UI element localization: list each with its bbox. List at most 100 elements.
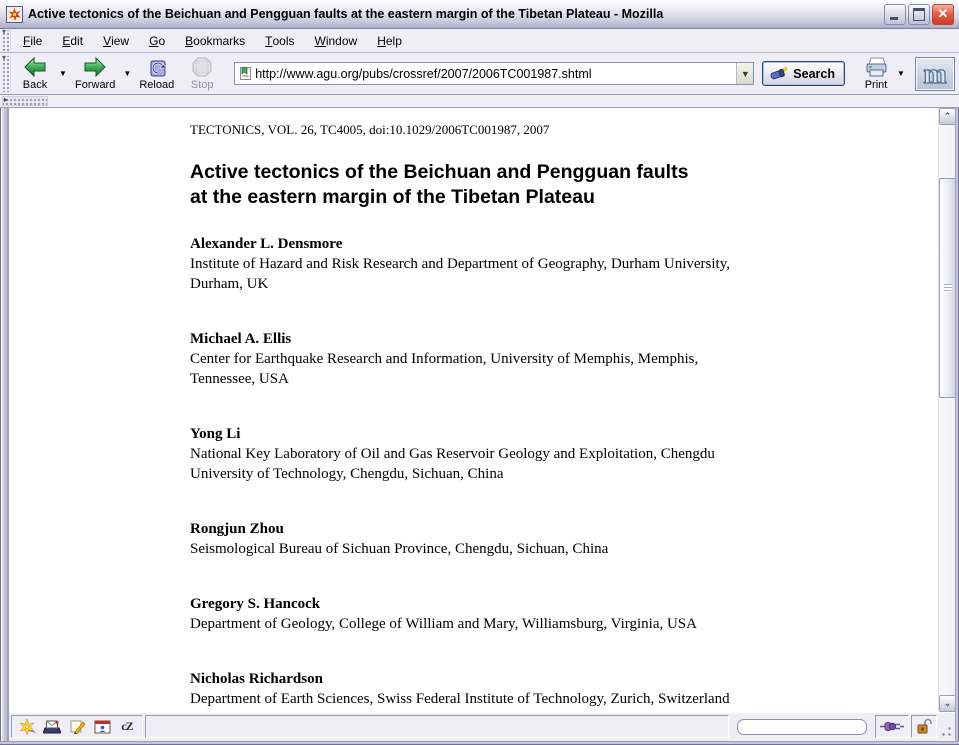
menu-window-rest: indow bbox=[326, 34, 357, 48]
menu-view-rest: iew bbox=[111, 34, 129, 48]
menu-file-rest: ile bbox=[30, 34, 42, 48]
author-name: Alexander L. Densmore bbox=[190, 234, 915, 254]
printer-icon bbox=[863, 57, 889, 78]
author-block: Michael A. Ellis Center for Earthquake R… bbox=[190, 329, 915, 389]
window-border-right bbox=[955, 108, 959, 741]
mozilla-app-icon bbox=[6, 6, 23, 23]
navigator-icon[interactable] bbox=[18, 719, 36, 735]
mail-icon[interactable] bbox=[43, 719, 61, 735]
composer-icon[interactable] bbox=[68, 719, 86, 735]
author-affiliation: National Key Laboratory of Oil and Gas R… bbox=[190, 444, 915, 484]
scrollbar-thumb[interactable] bbox=[939, 178, 955, 398]
url-dropdown[interactable]: ▼ bbox=[736, 63, 753, 84]
author-name: Nicholas Richardson bbox=[190, 669, 915, 689]
menu-go-rest: o bbox=[158, 34, 165, 48]
author-name: Gregory S. Hancock bbox=[190, 594, 915, 614]
frame-body: TECTONICS, VOL. 26, TC4005, doi:10.1029/… bbox=[0, 108, 959, 741]
window-border-left bbox=[0, 108, 9, 741]
print-button[interactable]: Print bbox=[857, 54, 895, 94]
author-name: Yong Li bbox=[190, 424, 915, 444]
stop-button[interactable]: Stop bbox=[180, 54, 224, 94]
progress-area bbox=[731, 715, 873, 738]
unlock-icon bbox=[916, 719, 932, 734]
author-affiliation: Center for Earthquake Research and Infor… bbox=[190, 349, 915, 389]
stop-icon bbox=[191, 56, 213, 78]
print-label: Print bbox=[865, 79, 888, 91]
component-bar: cZ bbox=[11, 715, 143, 738]
menu-bar: File Edit View Go Bookmarks Tools Window… bbox=[0, 29, 959, 53]
online-status-panel[interactable] bbox=[875, 715, 909, 738]
search-label: Search bbox=[793, 67, 835, 81]
article-title: Active tectonics of the Beichuan and Pen… bbox=[190, 160, 915, 210]
sidebar-strip bbox=[0, 95, 959, 108]
author-name: Michael A. Ellis bbox=[190, 329, 915, 349]
maximize-button[interactable] bbox=[908, 4, 930, 25]
reload-icon bbox=[145, 56, 169, 78]
status-bar: cZ bbox=[9, 712, 955, 741]
menu-view-key: V bbox=[103, 34, 111, 48]
menu-bookmarks-key: B bbox=[185, 34, 193, 48]
menu-help[interactable]: Help bbox=[367, 29, 412, 52]
author-block: Yong Li National Key Laboratory of Oil a… bbox=[190, 424, 915, 484]
menu-edit[interactable]: Edit bbox=[52, 29, 93, 52]
flashlight-icon bbox=[769, 66, 789, 81]
article: TECTONICS, VOL. 26, TC4005, doi:10.1029/… bbox=[190, 122, 915, 712]
security-panel[interactable] bbox=[911, 715, 937, 738]
print-dropdown[interactable]: ▼ bbox=[895, 54, 907, 94]
resize-grip[interactable] bbox=[939, 715, 953, 738]
forward-label: Forward bbox=[75, 79, 115, 91]
menu-view[interactable]: View bbox=[93, 29, 139, 52]
menu-help-key: H bbox=[377, 34, 386, 48]
author-affiliation: Department of Geology, College of Willia… bbox=[190, 614, 915, 634]
main-column: TECTONICS, VOL. 26, TC4005, doi:10.1029/… bbox=[9, 108, 955, 741]
toolbar-grippy[interactable] bbox=[1, 56, 11, 92]
menubar-grippy[interactable] bbox=[1, 30, 11, 51]
menu-window[interactable]: Window bbox=[305, 29, 368, 52]
navigation-toolbar: Back ▼ Forward ▼ Reload bbox=[0, 53, 959, 95]
menu-bookmarks-rest: ookmarks bbox=[193, 34, 245, 48]
reload-label: Reload bbox=[139, 79, 174, 91]
menu-file[interactable]: File bbox=[13, 29, 52, 52]
author-affiliation: Seismological Bureau of Sichuan Province… bbox=[190, 539, 915, 559]
mozilla-logo[interactable]: m bbox=[915, 57, 955, 91]
back-dropdown[interactable]: ▼ bbox=[57, 54, 69, 94]
scroll-up-button[interactable]: ⌃ bbox=[939, 108, 955, 125]
scroll-down-button[interactable]: ⌄ bbox=[939, 695, 955, 712]
close-button[interactable]: ✕ bbox=[932, 4, 954, 25]
addressbook-icon[interactable] bbox=[93, 719, 111, 735]
sidebar-grippy[interactable] bbox=[2, 96, 48, 106]
reload-button[interactable]: Reload bbox=[133, 54, 180, 94]
window-border-bottom bbox=[0, 741, 959, 745]
menu-help-rest: elp bbox=[386, 34, 402, 48]
menu-tools[interactable]: Tools bbox=[255, 29, 304, 52]
minimize-button[interactable] bbox=[884, 4, 906, 25]
back-arrow-icon bbox=[22, 56, 48, 78]
chatzilla-icon[interactable]: cZ bbox=[118, 719, 136, 735]
search-button[interactable]: Search bbox=[762, 61, 845, 86]
page-bookmark-icon bbox=[238, 66, 253, 81]
resize-grip-dots bbox=[942, 727, 951, 736]
menu-window-key: W bbox=[315, 34, 326, 48]
author-block: Nicholas Richardson Department of Earth … bbox=[190, 669, 915, 709]
url-input[interactable] bbox=[253, 67, 736, 81]
mozilla-m-icon: m bbox=[918, 60, 952, 88]
journal-citation: TECTONICS, VOL. 26, TC4005, doi:10.1029/… bbox=[190, 122, 915, 138]
vertical-scrollbar[interactable]: ⌃ ⌄ bbox=[938, 108, 955, 712]
status-message bbox=[145, 715, 729, 738]
menu-go[interactable]: Go bbox=[139, 29, 175, 52]
title-bar[interactable]: Active tectonics of the Beichuan and Pen… bbox=[0, 0, 959, 29]
author-affiliation: Institute of Hazard and Risk Research an… bbox=[190, 254, 915, 294]
back-button[interactable]: Back bbox=[13, 54, 57, 94]
menu-edit-key: E bbox=[62, 34, 70, 48]
menu-edit-rest: dit bbox=[70, 34, 83, 48]
author-affiliation: Department of Earth Sciences, Swiss Fede… bbox=[190, 689, 915, 709]
menu-tools-key: T bbox=[265, 34, 272, 48]
forward-arrow-icon bbox=[82, 56, 108, 78]
browser-window: Active tectonics of the Beichuan and Pen… bbox=[0, 0, 959, 745]
author-block: Rongjun Zhou Seismological Bureau of Sic… bbox=[190, 519, 915, 559]
scrollbar-thumb-grip bbox=[944, 284, 952, 292]
menu-bookmarks[interactable]: Bookmarks bbox=[175, 29, 255, 52]
forward-button[interactable]: Forward bbox=[69, 54, 121, 94]
author-name: Rongjun Zhou bbox=[190, 519, 915, 539]
forward-dropdown[interactable]: ▼ bbox=[121, 54, 133, 94]
